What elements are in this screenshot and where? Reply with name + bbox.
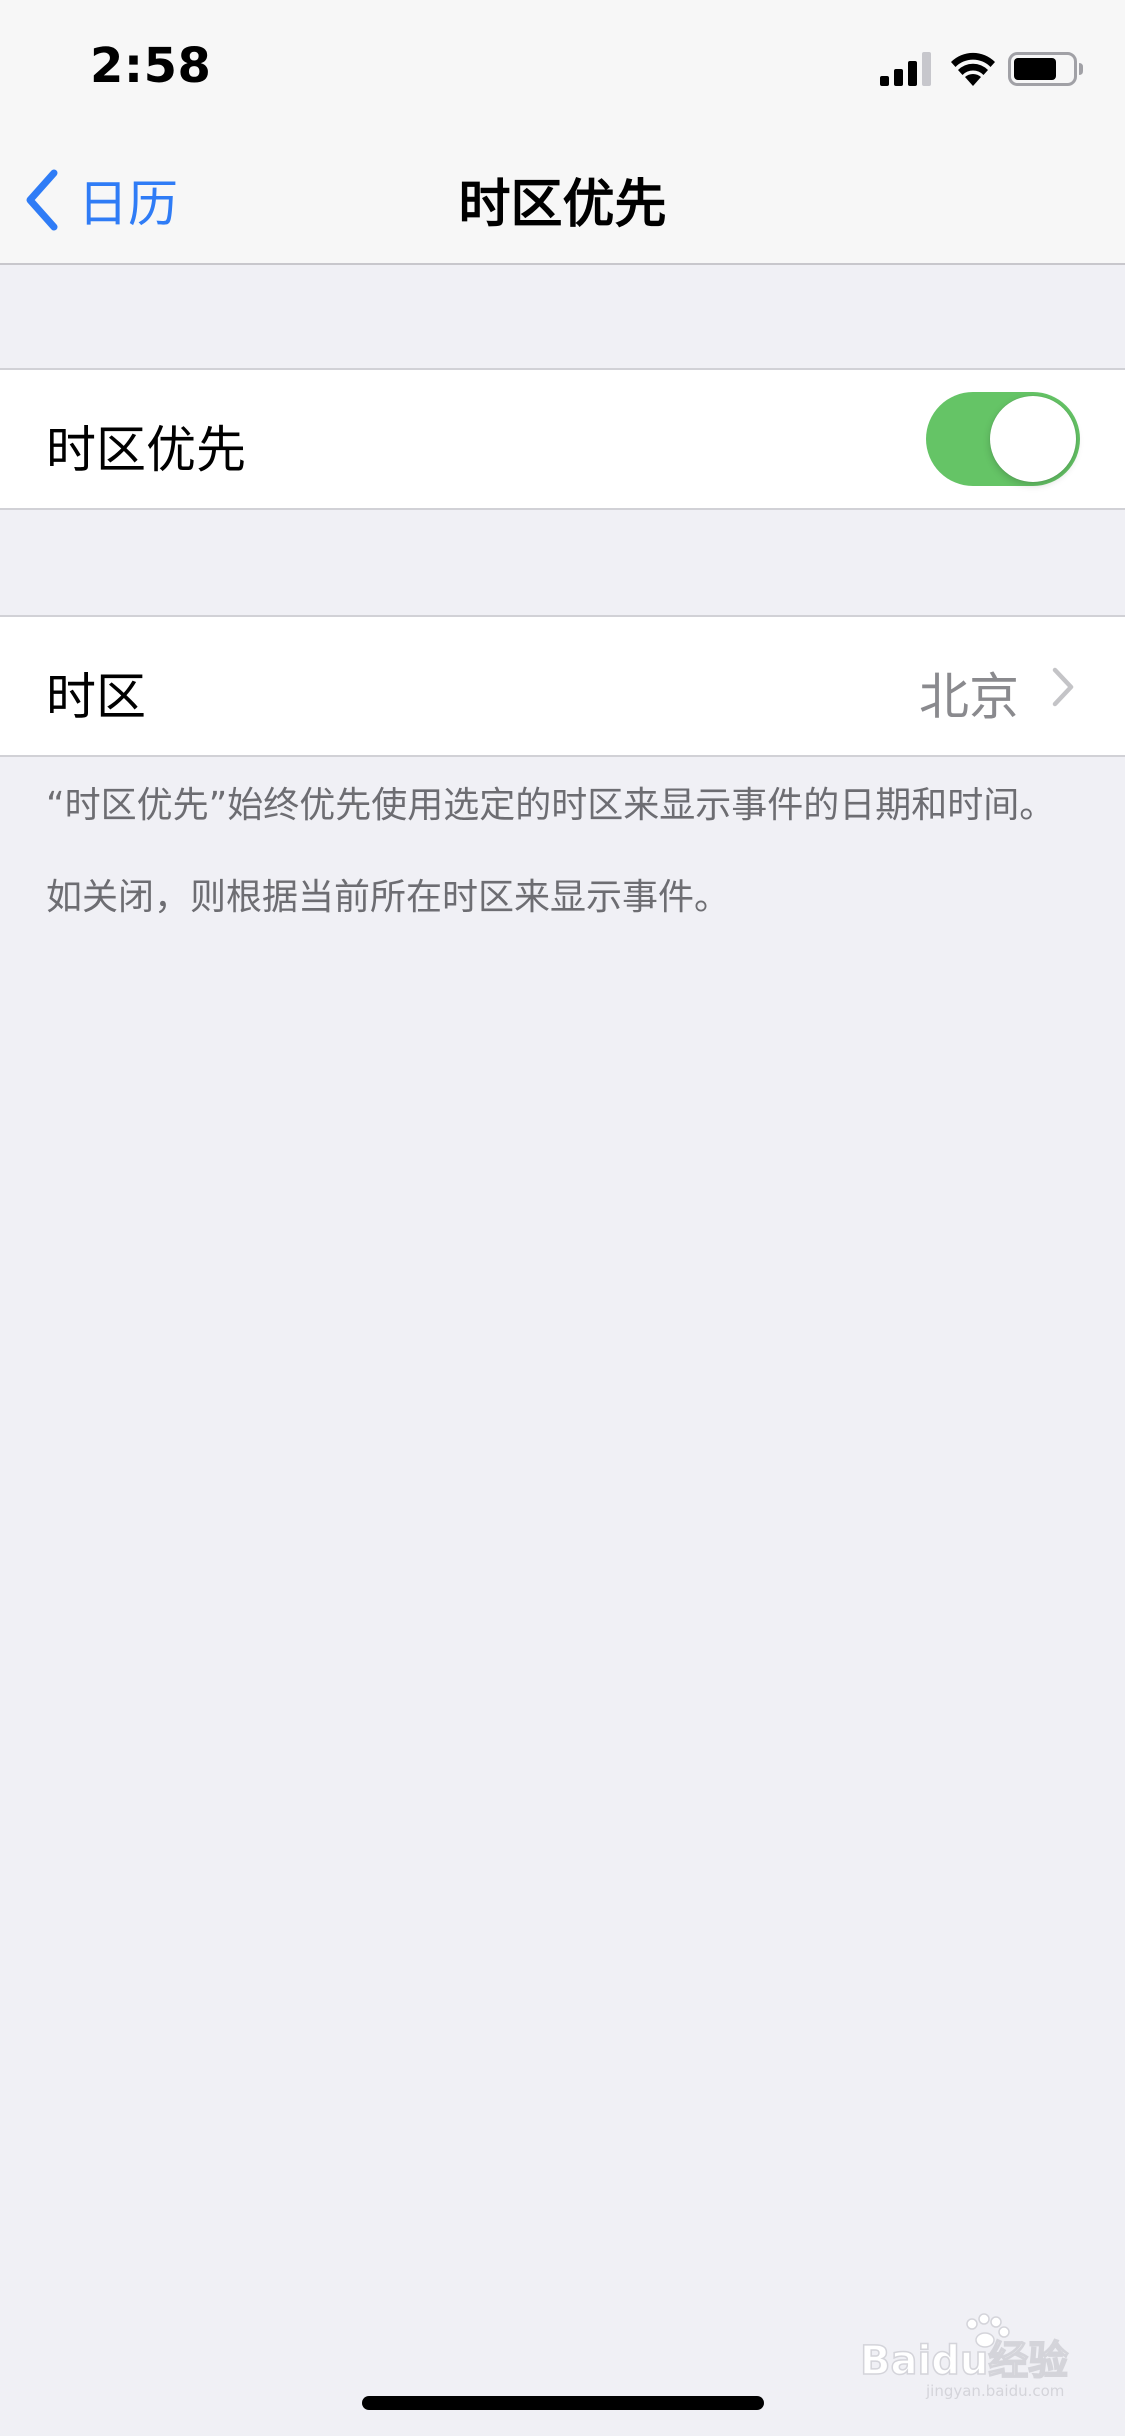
timezone-value: 北京	[919, 668, 1019, 726]
page-title: 时区优先	[458, 175, 667, 235]
timezone-label: 时区	[46, 668, 146, 726]
watermark-subtext: jingyan.baidu.com	[925, 2382, 1064, 2400]
status-time: 2:58	[90, 38, 212, 94]
status-bar: 2:58	[0, 0, 1125, 132]
chevron-right-icon	[1052, 667, 1074, 707]
footer-note-off-behavior: 如关闭，则根据当前所在时区来显示事件。	[46, 877, 731, 918]
signal-icon	[880, 52, 931, 86]
wifi-icon	[951, 52, 995, 86]
navigation-bar: 日历 时区优先	[0, 132, 1125, 265]
footer-note-description: “时区优先”始终优先使用选定的时区来显示事件的日期和时间。	[46, 785, 1056, 826]
timezone-override-label: 时区优先	[46, 421, 246, 479]
toggle-settings-group: 时区优先	[0, 368, 1125, 510]
toggle-knob	[990, 396, 1076, 482]
baidu-jingyan-watermark: Baidu经验 jingyan.baidu.com	[860, 2313, 1069, 2400]
watermark-text: Baidu经验	[860, 2338, 1068, 2384]
home-indicator[interactable]	[362, 2396, 764, 2410]
battery-icon	[1008, 52, 1083, 86]
timezone-row[interactable]: 时区 北京	[0, 615, 1125, 757]
timezone-override-toggle[interactable]	[926, 392, 1080, 486]
